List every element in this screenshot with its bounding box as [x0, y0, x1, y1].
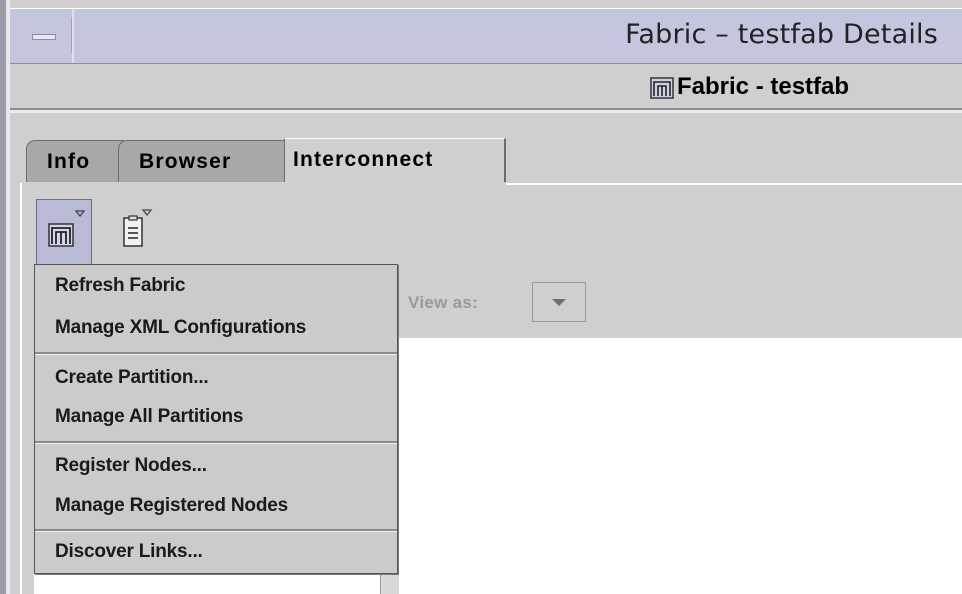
tab-panel-border-left: [20, 183, 22, 594]
menu-item-discover-links[interactable]: Discover Links...: [35, 533, 395, 571]
fabric-actions-button[interactable]: [36, 199, 92, 265]
dropdown-arrow-icon: [74, 210, 86, 218]
fabric-icon: [650, 77, 674, 99]
menu-item-manage-all-partitions[interactable]: Manage All Partitions: [35, 398, 395, 436]
view-as-label: View as:: [408, 293, 479, 312]
fabric-actions-menu: Refresh Fabric Manage XML Configurations…: [34, 264, 398, 574]
tab-panel-border-top: [506, 183, 962, 185]
title-bar-separator: [72, 9, 74, 63]
menu-separator: [35, 529, 397, 532]
minimize-icon: [32, 34, 56, 40]
menu-separator: [35, 441, 397, 444]
menu-item-create-partition[interactable]: Create Partition...: [35, 359, 395, 397]
header-divider: [10, 110, 962, 113]
menu-item-refresh-fabric[interactable]: Refresh Fabric: [35, 267, 395, 305]
view-as-select[interactable]: [532, 282, 586, 322]
menu-item-manage-registered-nodes[interactable]: Manage Registered Nodes: [35, 487, 395, 525]
document-icon: [123, 209, 153, 247]
menu-separator: [35, 352, 397, 355]
window-title: Fabric – testfab Details: [625, 19, 938, 50]
window-menu-button[interactable]: [18, 17, 72, 53]
menu-item-register-nodes[interactable]: Register Nodes...: [35, 447, 395, 485]
details-header-title: Fabric - testfab: [677, 73, 850, 100]
tab-info[interactable]: Info: [26, 140, 124, 182]
chevron-down-icon: [552, 299, 566, 306]
dropdown-arrow-icon: [141, 209, 153, 217]
document-actions-button[interactable]: [112, 204, 158, 254]
tab-browser[interactable]: Browser: [118, 140, 288, 182]
tab-interconnect[interactable]: Interconnect: [284, 138, 506, 182]
menu-item-manage-xml-configurations[interactable]: Manage XML Configurations: [35, 309, 395, 347]
fabric-icon: [48, 210, 86, 247]
title-bar[interactable]: Fabric – testfab Details: [10, 8, 962, 64]
application-window: Fabric – testfab Details Fabric - testfa…: [0, 0, 962, 594]
details-header: Fabric - testfab: [10, 64, 962, 110]
scrollbar[interactable]: [380, 572, 399, 594]
